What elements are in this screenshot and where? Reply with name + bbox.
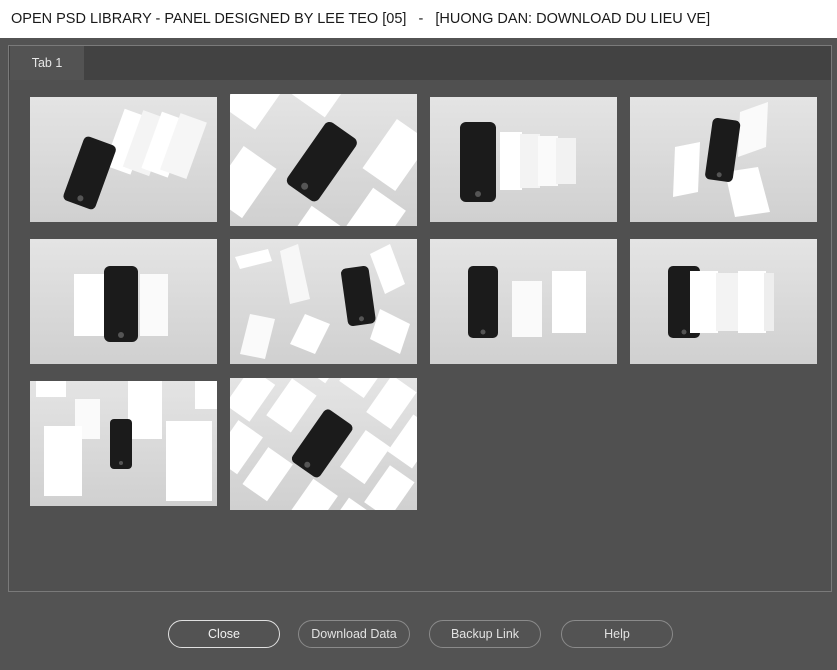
phone-mockup-image — [673, 102, 770, 217]
help-button[interactable]: Help — [561, 620, 673, 648]
phone-mockup-image — [74, 266, 168, 342]
library-panel: Tab 1 — [8, 45, 832, 592]
phone-mockup-image — [230, 378, 417, 510]
phone-mockup-image — [468, 266, 586, 338]
thumbnail-10[interactable] — [230, 378, 417, 510]
download-data-button[interactable]: Download Data — [298, 620, 410, 648]
close-button[interactable]: Close — [168, 620, 280, 648]
thumbnail-5[interactable] — [30, 239, 217, 364]
thumbnail-1[interactable] — [30, 97, 217, 222]
thumbnail-9[interactable] — [30, 381, 217, 506]
phone-mockup-image — [460, 122, 576, 202]
window-title: OPEN PSD LIBRARY - PANEL DESIGNED BY LEE… — [0, 0, 837, 38]
thumbnail-6[interactable] — [230, 239, 417, 364]
phone-mockup-image — [230, 94, 417, 226]
phone-mockup-image — [668, 266, 774, 338]
thumbnail-3[interactable] — [430, 97, 617, 222]
tab-1[interactable]: Tab 1 — [10, 46, 84, 80]
thumbnail-7[interactable] — [430, 239, 617, 364]
phone-mockup-image — [36, 381, 217, 501]
backup-link-button[interactable]: Backup Link — [429, 620, 541, 648]
thumbnail-8[interactable] — [630, 239, 817, 364]
thumbnail-2[interactable] — [230, 94, 417, 226]
phone-mockup-image — [235, 244, 410, 359]
tab-strip: Tab 1 — [9, 46, 831, 80]
phone-mockup-image — [63, 108, 207, 210]
thumbnail-4[interactable] — [630, 97, 817, 222]
